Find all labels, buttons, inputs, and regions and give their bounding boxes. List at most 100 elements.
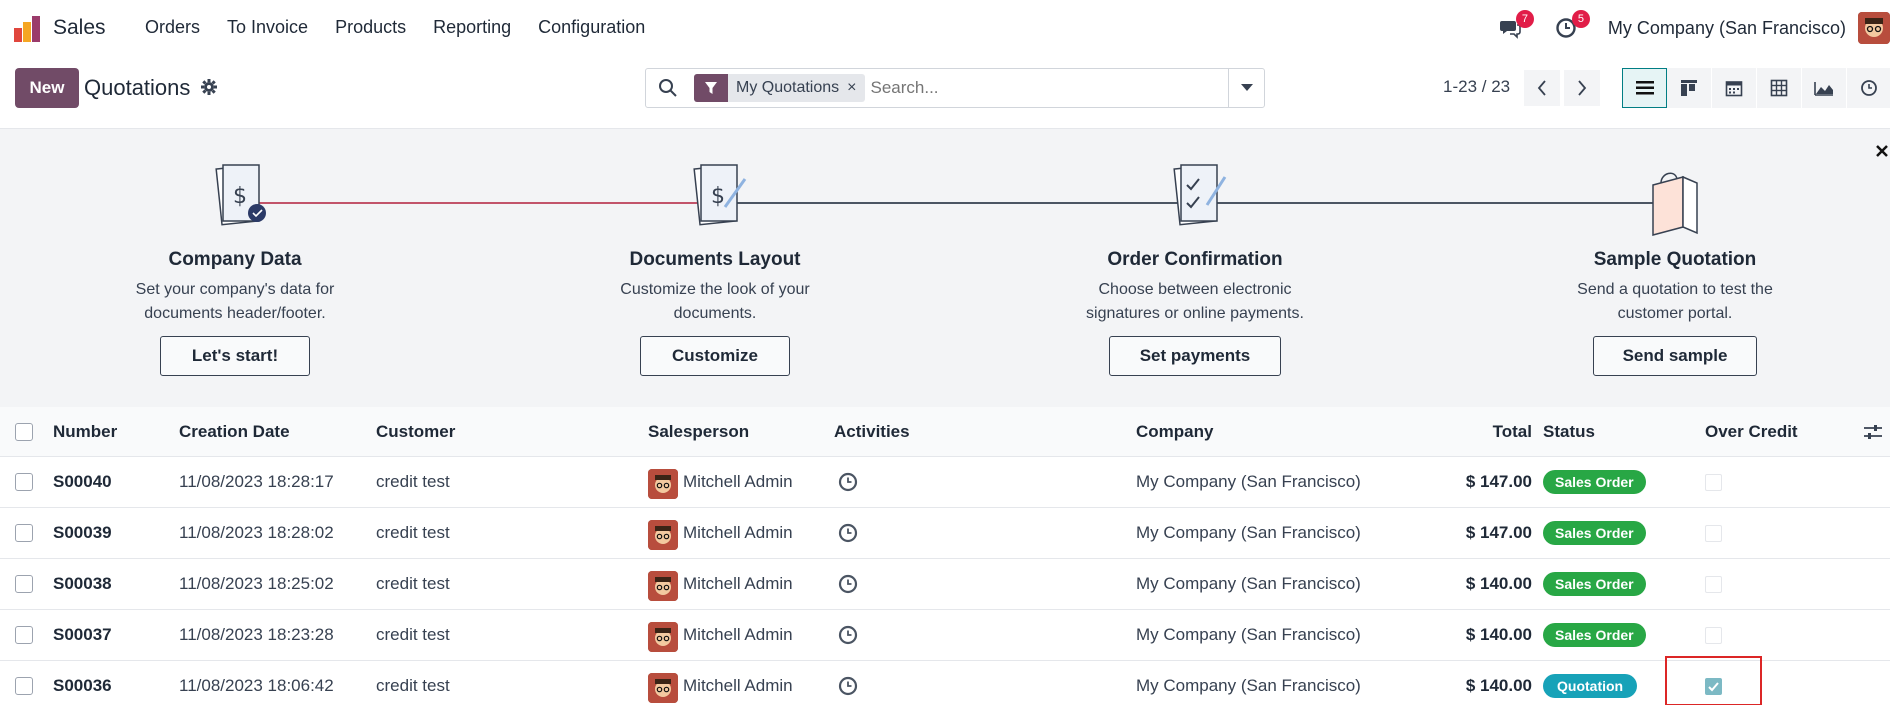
column-number[interactable]: Number — [53, 422, 117, 442]
company: My Company (San Francisco) — [1136, 472, 1361, 491]
step-description: Customize the look of your documents. — [620, 281, 810, 322]
total-amount: $ 140.00 — [1465, 625, 1532, 644]
column-company[interactable]: Company — [1136, 422, 1213, 442]
customize-button[interactable]: Customize — [640, 336, 790, 376]
search-facet: My Quotations × — [694, 74, 865, 102]
creation-date: 11/08/2023 18:06:42 — [179, 676, 334, 695]
creation-date: 11/08/2023 18:28:02 — [179, 523, 334, 542]
list-view-button[interactable] — [1622, 68, 1667, 108]
activity-clock-icon[interactable] — [838, 625, 858, 645]
facet-remove-button[interactable]: × — [847, 79, 864, 97]
step-description: Choose between electronic signatures or … — [1086, 281, 1304, 322]
clock-icon — [1861, 80, 1877, 96]
pager-value[interactable]: 1-23 / 23 — [1443, 77, 1510, 97]
graph-view-button[interactable] — [1802, 68, 1847, 108]
step-title: Order Confirmation — [1107, 249, 1283, 270]
column-status[interactable]: Status — [1543, 422, 1595, 442]
company-switcher[interactable]: My Company (San Francisco) — [1608, 18, 1846, 39]
view-switcher — [1622, 68, 1890, 108]
salesperson-name: Mitchell Admin — [683, 574, 793, 593]
messages-button[interactable]: 7 — [1496, 10, 1534, 42]
onboarding-progress-line — [250, 202, 1670, 204]
column-salesperson[interactable]: Salesperson — [648, 422, 749, 442]
app-name[interactable]: Sales — [53, 16, 106, 40]
nav-right: 7 5 My Company (San Francisco) — [1496, 10, 1890, 46]
send-sample-button[interactable]: Send sample — [1593, 336, 1757, 376]
activity-clock-icon[interactable] — [838, 574, 858, 594]
column-over-credit[interactable]: Over Credit — [1705, 422, 1798, 442]
menu-item-configuration[interactable]: Configuration — [538, 17, 645, 38]
sales-app-icon[interactable] — [12, 14, 42, 44]
search-icon[interactable] — [658, 78, 678, 98]
calendar-icon — [1725, 81, 1743, 97]
activity-clock-icon[interactable] — [838, 472, 858, 492]
onboarding-step-documents-layout: $ Documents Layout Customize the look of… — [525, 129, 905, 407]
table-row[interactable]: S00040 11/08/2023 18:28:17 credit test M… — [0, 457, 1890, 508]
column-customer[interactable]: Customer — [376, 422, 455, 442]
table-row[interactable]: S00036 11/08/2023 18:06:42 credit test M… — [0, 656, 1890, 705]
new-button[interactable]: New — [15, 68, 79, 108]
gear-icon[interactable] — [200, 78, 218, 96]
row-checkbox[interactable] — [15, 473, 33, 491]
over-credit-checkbox — [1705, 576, 1722, 593]
salesperson-avatar — [648, 469, 678, 499]
salesperson-avatar — [648, 622, 678, 652]
customer: credit test — [376, 676, 450, 695]
company: My Company (San Francisco) — [1136, 625, 1361, 644]
total-amount: $ 140.00 — [1465, 574, 1532, 593]
select-all-checkbox[interactable] — [15, 423, 33, 441]
filter-icon — [694, 74, 728, 102]
search-options-toggle[interactable] — [1228, 69, 1264, 107]
company: My Company (San Francisco) — [1136, 574, 1361, 593]
activities-button[interactable]: 5 — [1552, 10, 1590, 42]
area-chart-icon — [1814, 82, 1833, 96]
row-checkbox[interactable] — [15, 575, 33, 593]
step-description: Set your company's data for documents he… — [135, 281, 335, 322]
pivot-view-button[interactable] — [1757, 68, 1802, 108]
page-title: Quotations — [84, 75, 191, 100]
column-total[interactable]: Total — [1493, 422, 1532, 442]
customer: credit test — [376, 472, 450, 491]
onboarding-panel: $ Company Data Set your company's data f… — [0, 129, 1890, 407]
search-input[interactable] — [870, 78, 1211, 98]
pager-previous-button[interactable] — [1524, 70, 1560, 106]
pager-next-button[interactable] — [1564, 70, 1600, 106]
close-icon[interactable] — [1874, 143, 1890, 159]
search-bar: My Quotations × — [645, 68, 1265, 108]
table-row[interactable]: S00038 11/08/2023 18:25:02 credit test M… — [0, 559, 1890, 610]
activity-clock-icon[interactable] — [838, 676, 858, 696]
optional-columns-icon[interactable] — [1862, 421, 1884, 443]
shopping-bag-icon — [1652, 172, 1698, 236]
customer: credit test — [376, 625, 450, 644]
quotations-table: Number Creation Date Customer Salesperso… — [0, 407, 1890, 705]
table-row[interactable]: S00039 11/08/2023 18:28:02 credit test M… — [0, 508, 1890, 559]
over-credit-checkbox — [1705, 627, 1722, 644]
column-activities[interactable]: Activities — [834, 422, 910, 442]
row-checkbox[interactable] — [15, 677, 33, 695]
set-payments-button[interactable]: Set payments — [1109, 336, 1281, 376]
document-layout-icon: $ — [693, 164, 747, 226]
status-badge: Sales Order — [1543, 470, 1646, 494]
user-avatar-image — [1858, 12, 1890, 44]
menu-item-products[interactable]: Products — [335, 17, 406, 38]
activity-view-button[interactable] — [1847, 68, 1890, 108]
table-row[interactable]: S00037 11/08/2023 18:23:28 credit test M… — [0, 610, 1890, 661]
activity-clock-icon[interactable] — [838, 523, 858, 543]
document-dollar-icon: $ — [215, 164, 266, 226]
step-title: Sample Quotation — [1593, 249, 1757, 270]
company: My Company (San Francisco) — [1136, 523, 1361, 542]
user-avatar[interactable] — [1858, 12, 1890, 44]
lets-start-button[interactable]: Let's start! — [160, 336, 310, 376]
row-checkbox[interactable] — [15, 524, 33, 542]
column-creation-date[interactable]: Creation Date — [179, 422, 290, 442]
row-checkbox[interactable] — [15, 626, 33, 644]
calendar-view-button[interactable] — [1712, 68, 1757, 108]
messages-badge: 7 — [1515, 10, 1534, 28]
menu-item-orders[interactable]: Orders — [145, 17, 200, 38]
kanban-view-button[interactable] — [1667, 68, 1712, 108]
menu-item-to-invoice[interactable]: To Invoice — [227, 17, 308, 38]
table-header: Number Creation Date Customer Salesperso… — [0, 407, 1890, 457]
menu-item-reporting[interactable]: Reporting — [433, 17, 511, 38]
svg-text:$: $ — [711, 184, 725, 209]
top-navbar: Sales Orders To Invoice Products Reporti… — [0, 0, 1890, 56]
